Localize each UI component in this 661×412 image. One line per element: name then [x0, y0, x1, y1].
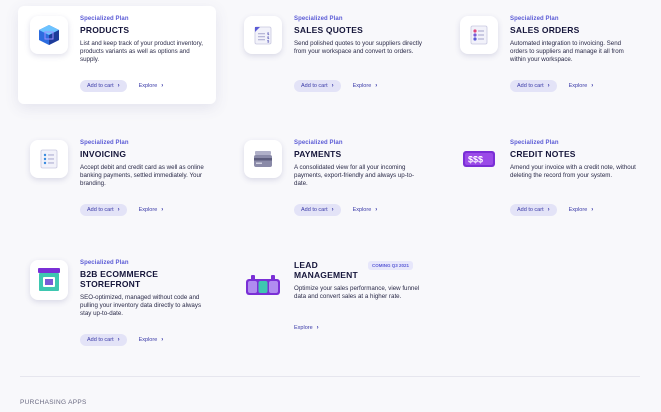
add-to-cart-button[interactable]: Add to cart › [510, 204, 557, 216]
explore-label: Explore [294, 325, 313, 331]
card-title: PAYMENTS [294, 149, 342, 159]
chevron-right-icon: › [591, 83, 594, 89]
payment-card-icon [244, 140, 282, 178]
chevron-right-icon: › [375, 207, 378, 213]
card-description: List and keep track of your product inve… [80, 40, 204, 64]
chevron-right-icon: › [161, 337, 164, 343]
add-to-cart-label: Add to cart [517, 207, 544, 213]
explore-link[interactable]: Explore › [353, 83, 378, 89]
card-description: Send polished quotes to your suppliers d… [294, 40, 422, 56]
add-to-cart-button[interactable]: Add to cart › [80, 80, 127, 92]
chevron-right-icon: › [331, 83, 334, 89]
add-to-cart-label: Add to cart [87, 83, 114, 89]
plan-eyebrow: Specialized Plan [80, 260, 129, 266]
dollar-notes-icon: $$$ [460, 140, 498, 178]
explore-label: Explore [138, 337, 158, 343]
plan-eyebrow: Specialized Plan [80, 140, 129, 146]
card-title: SALES QUOTES [294, 25, 363, 35]
card-description: SEO-optimized, managed without code and … [80, 294, 202, 318]
card-payments[interactable]: Specialized Plan PAYMENTS A consolidated… [232, 130, 432, 230]
card-b2b-storefront[interactable]: Specialized Plan B2B ECOMMERCE STOREFRON… [18, 250, 218, 358]
add-to-cart-button[interactable]: Add to cart › [294, 80, 341, 92]
explore-label: Explore [352, 207, 372, 213]
explore-link[interactable]: Explore › [569, 83, 594, 89]
svg-text:$$$: $$$ [468, 155, 483, 165]
plan-eyebrow: Specialized Plan [294, 16, 343, 22]
explore-link[interactable]: Explore › [353, 207, 378, 213]
chevron-right-icon: › [117, 337, 120, 343]
chevron-right-icon: › [331, 207, 334, 213]
explore-link[interactable]: Explore › [569, 207, 594, 213]
add-to-cart-button[interactable]: Add to cart › [80, 204, 127, 216]
storefront-icon [30, 260, 68, 300]
explore-label: Explore [352, 83, 372, 89]
card-description: Automated integration to invoicing. Send… [510, 40, 624, 64]
chevron-right-icon: › [117, 83, 120, 89]
chevron-right-icon: › [547, 207, 550, 213]
card-title: LEAD MANAGEMENT [294, 260, 358, 280]
card-description: Optimize your sales performance, view fu… [294, 285, 420, 301]
chevron-right-icon: › [547, 83, 550, 89]
plan-eyebrow: Specialized Plan [80, 16, 129, 22]
add-to-cart-button[interactable]: Add to cart › [510, 80, 557, 92]
explore-label: Explore [138, 207, 158, 213]
order-list-icon [460, 16, 498, 54]
chevron-right-icon: › [161, 83, 164, 89]
card-invoicing[interactable]: Specialized Plan INVOICING Accept debit … [18, 130, 218, 230]
plan-eyebrow: Specialized Plan [510, 140, 559, 146]
explore-label: Explore [568, 207, 588, 213]
card-title: B2B ECOMMERCE STOREFRONT [80, 269, 159, 289]
cube-icon [30, 16, 68, 54]
card-description: Amend your invoice with a credit note, w… [510, 164, 636, 180]
card-description: A consolidated view for all your incomin… [294, 164, 415, 188]
add-to-cart-button[interactable]: Add to cart › [80, 334, 127, 346]
explore-label: Explore [568, 83, 588, 89]
add-to-cart-label: Add to cart [87, 207, 114, 213]
card-title: SALES ORDERS [510, 25, 580, 35]
card-sales-quotes[interactable]: $ $ $ Specialized Plan SALES QUOTES Send… [232, 6, 432, 106]
card-description: Accept debit and credit card as well as … [80, 164, 204, 188]
chevron-right-icon: › [316, 325, 319, 331]
coming-soon-badge: COMING Q3 2021 [368, 261, 414, 270]
section-heading-purchasing-apps: PURCHASING APPS [20, 399, 87, 406]
plan-eyebrow: Specialized Plan [510, 16, 559, 22]
explore-label: Explore [138, 83, 158, 89]
card-title: PRODUCTS [80, 25, 130, 35]
card-products[interactable]: Specialized Plan PRODUCTS List and keep … [18, 6, 216, 104]
explore-link[interactable]: Explore › [139, 337, 164, 343]
add-to-cart-label: Add to cart [301, 83, 328, 89]
explore-link[interactable]: Explore › [294, 325, 319, 331]
lead-funnel-icon [244, 266, 282, 304]
add-to-cart-label: Add to cart [301, 207, 328, 213]
explore-link[interactable]: Explore › [139, 207, 164, 213]
chevron-right-icon: › [591, 207, 594, 213]
add-to-cart-label: Add to cart [87, 337, 114, 343]
card-credit-notes[interactable]: $$$ Specialized Plan CREDIT NOTES Amend … [448, 130, 648, 230]
invoice-icon [30, 140, 68, 178]
section-divider [20, 376, 640, 377]
plan-eyebrow: Specialized Plan [294, 140, 343, 146]
explore-link[interactable]: Explore › [139, 83, 164, 89]
chevron-right-icon: › [161, 207, 164, 213]
add-to-cart-button[interactable]: Add to cart › [294, 204, 341, 216]
chevron-right-icon: › [375, 83, 378, 89]
chevron-right-icon: › [117, 207, 120, 213]
add-to-cart-label: Add to cart [517, 83, 544, 89]
card-title: CREDIT NOTES [510, 149, 576, 159]
card-sales-orders[interactable]: Specialized Plan SALES ORDERS Automated … [448, 6, 648, 106]
card-title: INVOICING [80, 149, 127, 159]
card-lead-management[interactable]: LEAD MANAGEMENT COMING Q3 2021 Optimize … [232, 250, 432, 350]
quote-document-icon: $ $ $ [244, 16, 282, 54]
